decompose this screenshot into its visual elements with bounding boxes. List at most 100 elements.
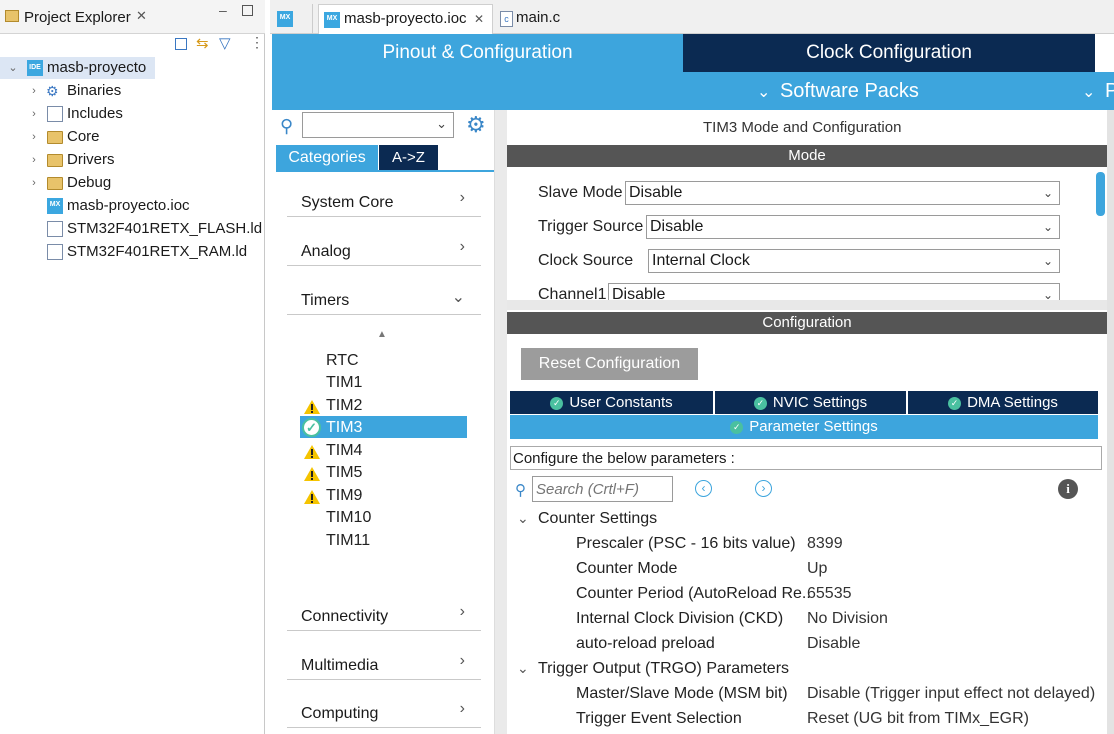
param-name[interactable]: Prescaler (PSC - 16 bits value) xyxy=(576,535,796,553)
slave-mode-select[interactable]: Disable ⌄ xyxy=(625,181,1060,205)
param-value[interactable]: Disable xyxy=(807,635,860,653)
category-connectivity[interactable]: Connectivity › xyxy=(287,603,481,631)
scroll-up-icon[interactable]: ▲ xyxy=(377,329,387,340)
tree-item-label: masb-proyecto.ioc xyxy=(67,197,190,214)
timer-tim4[interactable]: TIM4 xyxy=(326,442,362,460)
trigger-source-select[interactable]: Disable ⌄ xyxy=(646,215,1060,239)
editor-tab-main-c[interactable]: c main.c xyxy=(496,4,576,34)
timer-tim9[interactable]: TIM9 xyxy=(326,487,362,505)
partial-menu[interactable]: ⌄ P xyxy=(1082,72,1114,110)
category-multimedia[interactable]: Multimedia › xyxy=(287,652,481,680)
minimize-icon[interactable]: – xyxy=(219,2,227,18)
previous-result-icon[interactable]: ‹ xyxy=(695,480,712,497)
chevron-down-icon[interactable]: ⌄ xyxy=(7,57,19,79)
chevron-right-icon[interactable]: › xyxy=(28,126,40,148)
project-explorer-icon xyxy=(5,10,19,22)
mode-config-divider[interactable] xyxy=(507,300,1107,310)
editor-tab-ioc[interactable]: MX masb-proyecto.ioc ✕ xyxy=(318,4,493,34)
group-counter-settings[interactable]: Counter Settings xyxy=(538,510,657,528)
maximize-icon[interactable] xyxy=(242,5,253,16)
toggle-a-z[interactable]: A->Z xyxy=(379,145,438,170)
tab-nvic-settings[interactable]: ✓ NVIC Settings xyxy=(715,391,906,414)
timer-tim2[interactable]: TIM2 xyxy=(326,397,362,415)
tree-item-label: Core xyxy=(67,128,100,145)
tab-parameter-settings[interactable]: ✓ Parameter Settings xyxy=(510,415,1098,439)
chevron-right-icon[interactable]: › xyxy=(28,149,40,171)
chevron-right-icon[interactable]: › xyxy=(28,103,40,125)
reset-configuration-button[interactable]: Reset Configuration xyxy=(521,348,698,380)
link-editor-icon[interactable]: ⇆ xyxy=(196,34,209,52)
ide-project-icon: IDE xyxy=(27,60,43,76)
editor-tab-mx[interactable]: MX xyxy=(273,4,313,34)
panel-edge xyxy=(1107,110,1114,734)
mx-file-icon: MX xyxy=(47,198,63,214)
category-label: Multimedia xyxy=(301,657,379,674)
parameter-search-input[interactable] xyxy=(532,476,673,502)
tab-pinout-configuration[interactable]: Pinout & Configuration xyxy=(272,34,683,72)
category-timers[interactable]: Timers ⌄ xyxy=(287,287,481,315)
param-name[interactable]: Master/Slave Mode (MSM bit) xyxy=(576,685,788,703)
mode-panel-title: TIM3 Mode and Configuration xyxy=(703,119,902,136)
next-result-icon[interactable]: › xyxy=(755,480,772,497)
tab-clock-configuration[interactable]: Clock Configuration xyxy=(685,34,1093,72)
filter-icon[interactable]: ▽ xyxy=(219,34,231,52)
chevron-down-icon[interactable]: ⌄ xyxy=(517,660,529,677)
param-value[interactable]: 8399 xyxy=(807,535,843,553)
editor-tab-bar: MX MX masb-proyecto.ioc ✕ c main.c xyxy=(270,0,1114,34)
mode-header: Mode xyxy=(507,145,1107,167)
channel1-select[interactable]: Disable ⌄ xyxy=(608,283,1060,300)
tab-partial[interactable] xyxy=(1095,34,1114,72)
collapse-all-icon[interactable] xyxy=(175,38,187,50)
tree-item-label: Binaries xyxy=(67,82,122,99)
chevron-down-icon: ⌄ xyxy=(757,84,771,101)
editor-tab-label: masb-proyecto.ioc xyxy=(344,10,467,27)
partial-menu-label: P xyxy=(1104,80,1114,102)
toggle-categories[interactable]: Categories xyxy=(276,145,378,170)
category-label: Connectivity xyxy=(301,608,389,625)
mode-scrollbar[interactable] xyxy=(1096,172,1105,216)
software-packs-menu[interactable]: ⌄ Software Packs xyxy=(757,72,919,110)
timer-rtc[interactable]: RTC xyxy=(326,352,359,370)
clock-source-select[interactable]: Internal Clock ⌄ xyxy=(648,249,1060,273)
category-analog[interactable]: Analog › xyxy=(287,238,481,266)
timer-tim10[interactable]: TIM10 xyxy=(326,509,371,527)
tree-item-project[interactable]: ⌄ IDE masb-proyecto xyxy=(0,57,155,79)
software-packs-bar xyxy=(272,72,1114,110)
param-name[interactable]: Counter Period (AutoReload Re.. xyxy=(576,585,811,603)
project-explorer-header: Project Explorer ✕ – ⇆ ▽ ⋮ xyxy=(0,0,265,52)
tab-user-constants[interactable]: ✓ User Constants xyxy=(510,391,713,414)
tab-dma-settings[interactable]: ✓ DMA Settings xyxy=(908,391,1098,414)
configure-hint-text: Configure the below parameters : xyxy=(513,450,735,467)
category-computing[interactable]: Computing › xyxy=(287,700,481,728)
param-name[interactable]: auto-reload preload xyxy=(576,635,715,653)
timer-tim11[interactable]: TIM11 xyxy=(326,532,370,550)
panel-divider[interactable] xyxy=(495,110,507,734)
param-value[interactable]: Up xyxy=(807,560,827,578)
chevron-right-icon[interactable]: › xyxy=(28,80,40,102)
tab-label: DMA Settings xyxy=(967,394,1058,411)
configuration-header: Configuration xyxy=(507,312,1107,334)
param-value[interactable]: No Division xyxy=(807,610,888,628)
search-icon[interactable]: ⚲ xyxy=(515,481,526,499)
param-name[interactable]: Trigger Event Selection xyxy=(576,710,742,728)
close-icon[interactable]: ✕ xyxy=(474,5,484,33)
param-value[interactable]: Disable (Trigger input effect not delaye… xyxy=(807,685,1095,703)
search-icon[interactable]: ⚲ xyxy=(280,116,293,137)
chevron-right-icon[interactable]: › xyxy=(28,172,40,194)
info-icon[interactable]: i xyxy=(1058,479,1078,499)
param-name[interactable]: Internal Clock Division (CKD) xyxy=(576,610,783,628)
category-system-core[interactable]: System Core › xyxy=(287,189,481,217)
param-value[interactable]: 65535 xyxy=(807,585,852,603)
select-value: Disable xyxy=(650,218,704,235)
gear-icon[interactable]: ⚙ xyxy=(466,112,486,138)
timer-tim1[interactable]: TIM1 xyxy=(326,374,362,392)
timer-tim3[interactable]: TIM3 xyxy=(326,419,362,437)
param-name[interactable]: Counter Mode xyxy=(576,560,677,578)
close-icon[interactable]: ✕ xyxy=(136,8,147,24)
view-menu-icon[interactable]: ⋮ xyxy=(250,34,264,51)
chevron-down-icon[interactable]: ⌄ xyxy=(517,510,529,527)
category-search-dropdown[interactable]: ⌄ xyxy=(302,112,454,138)
group-trigger-output[interactable]: Trigger Output (TRGO) Parameters xyxy=(538,660,789,678)
param-value[interactable]: Reset (UG bit from TIMx_EGR) xyxy=(807,710,1029,728)
timer-tim5[interactable]: TIM5 xyxy=(326,464,362,482)
